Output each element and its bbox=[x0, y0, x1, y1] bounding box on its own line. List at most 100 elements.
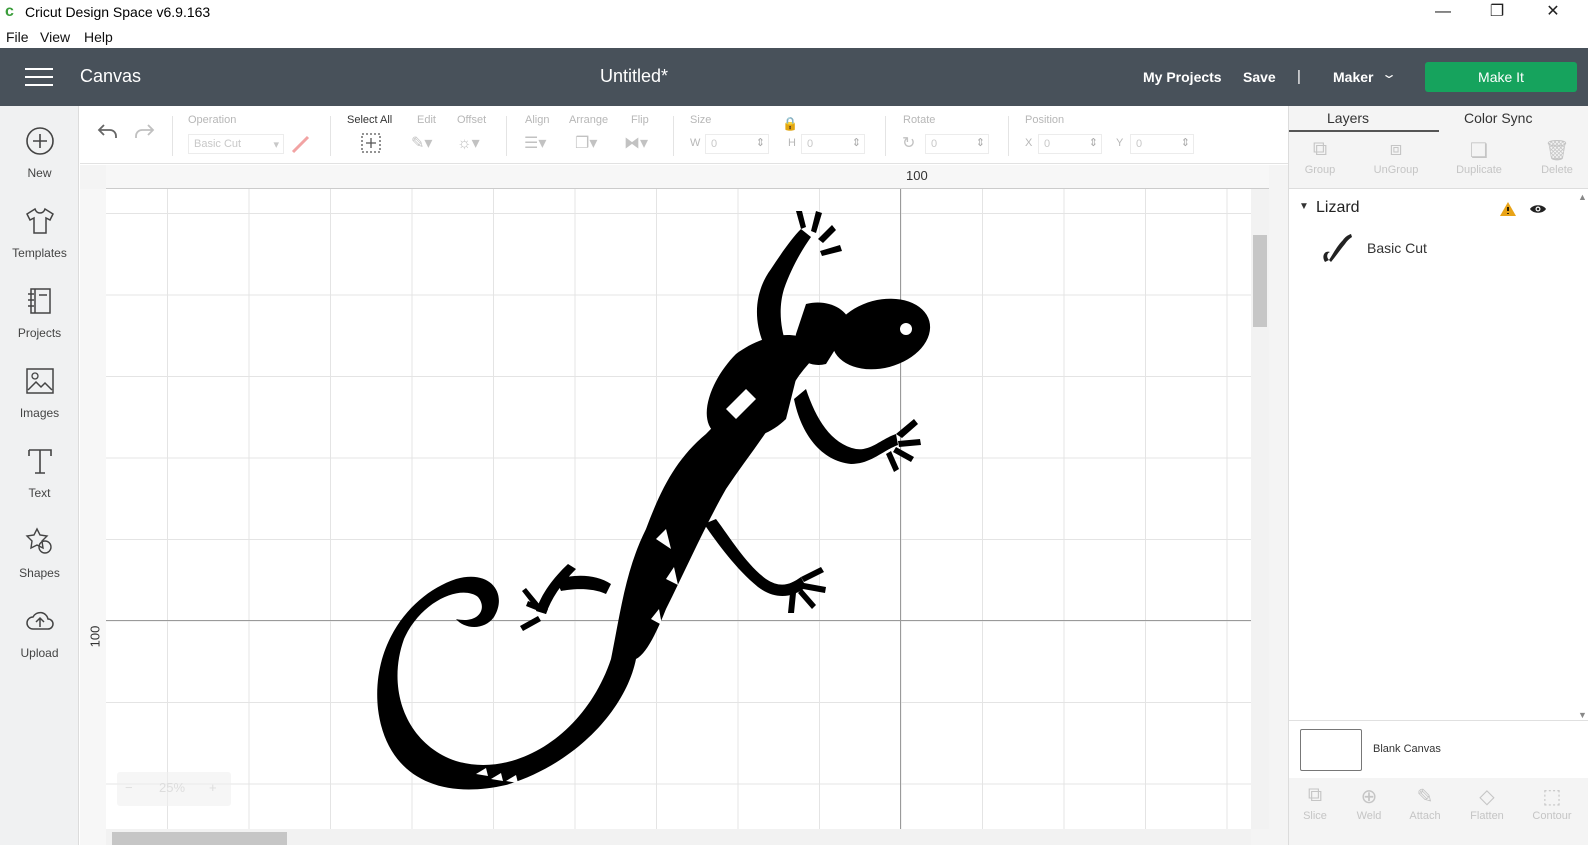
align-icon[interactable]: ☰▾ bbox=[524, 133, 546, 153]
warning-icon[interactable] bbox=[1499, 201, 1517, 217]
delete-label: Delete bbox=[1541, 164, 1573, 176]
ungroup-label: UnGroup bbox=[1373, 164, 1419, 176]
duplicate-button[interactable]: ❏ Duplicate bbox=[1444, 132, 1514, 176]
sidebar-item-new[interactable]: New bbox=[0, 106, 79, 186]
group-icon: ⧉ bbox=[1312, 138, 1328, 160]
layer-group-lizard[interactable]: ▼ Lizard bbox=[1289, 196, 1574, 224]
ruler-left: 100 bbox=[80, 189, 106, 845]
trash-icon: 🗑 bbox=[1544, 140, 1570, 162]
select-all-icon[interactable] bbox=[360, 132, 382, 154]
paperclip-icon: ✎ bbox=[1416, 786, 1434, 808]
save-link[interactable]: Save bbox=[1243, 69, 1276, 85]
position-label: Position bbox=[1025, 114, 1065, 126]
lock-icon[interactable]: 🔒 bbox=[782, 116, 798, 132]
delete-button[interactable]: 🗑 Delete bbox=[1522, 132, 1588, 176]
zoom-control: − 25% + bbox=[117, 772, 231, 806]
height-value: 0 bbox=[807, 138, 814, 150]
menu-bar: File View Help bbox=[0, 26, 1588, 48]
canvas-vertical-scrollbar[interactable] bbox=[1251, 189, 1269, 829]
attach-label: Attach bbox=[1409, 810, 1441, 822]
machine-select[interactable]: Maker bbox=[1333, 69, 1373, 85]
blank-canvas-row[interactable]: Blank Canvas bbox=[1289, 720, 1588, 780]
sidebar-item-images[interactable]: Images bbox=[0, 346, 79, 426]
edit-icon[interactable]: ✎▾ bbox=[411, 133, 432, 153]
shirt-icon bbox=[25, 207, 54, 234]
chevron-down-icon[interactable]: ⌄ bbox=[1381, 67, 1397, 81]
ruler-top: 100 bbox=[106, 165, 1269, 189]
group-button[interactable]: ⧉ Group bbox=[1285, 132, 1355, 176]
my-projects-link[interactable]: My Projects bbox=[1143, 69, 1222, 85]
x-input[interactable]: 0 ⇕ bbox=[1038, 134, 1102, 154]
offset-icon[interactable]: ☼▾ bbox=[457, 133, 480, 153]
lizard-image[interactable] bbox=[106, 189, 1251, 829]
menu-view[interactable]: View bbox=[40, 29, 70, 45]
collapse-arrow-icon[interactable]: ▼ bbox=[1299, 201, 1309, 212]
app-header: Canvas Untitled* My Projects Save | Make… bbox=[0, 48, 1588, 106]
visibility-eye-icon[interactable] bbox=[1529, 202, 1547, 216]
tab-color-sync[interactable]: Color Sync bbox=[1464, 110, 1532, 126]
hamburger-menu-icon[interactable] bbox=[25, 68, 53, 88]
menu-help[interactable]: Help bbox=[84, 29, 113, 45]
arrange-icon[interactable]: ❐▾ bbox=[575, 133, 597, 153]
scrollbar-thumb[interactable] bbox=[1253, 235, 1267, 327]
sidebar-item-projects[interactable]: Projects bbox=[0, 266, 79, 346]
width-input[interactable]: 0 ⇕ bbox=[705, 134, 769, 154]
offset-label: Offset bbox=[457, 114, 487, 126]
flatten-label: Flatten bbox=[1470, 810, 1504, 822]
flip-icon[interactable]: ⧓▾ bbox=[624, 133, 648, 153]
restore-button[interactable]: ❐ bbox=[1474, 0, 1520, 26]
window-titlebar: c Cricut Design Space v6.9.163 — ❐ ✕ bbox=[0, 0, 1588, 26]
image-icon bbox=[25, 368, 54, 394]
duplicate-icon: ❏ bbox=[1470, 140, 1488, 162]
layer-item-basic-cut[interactable]: Basic Cut bbox=[1289, 228, 1574, 272]
contour-button[interactable]: ⬚ Contour bbox=[1517, 778, 1587, 822]
sidebar-item-label: Text bbox=[28, 486, 51, 500]
canvas-grid[interactable]: − 25% + bbox=[106, 189, 1251, 829]
y-value: 0 bbox=[1136, 138, 1143, 150]
sidebar-item-text[interactable]: Text bbox=[0, 426, 79, 506]
pen-color-icon[interactable] bbox=[290, 134, 312, 154]
dropdown-arrow-icon: ▾ bbox=[273, 139, 279, 151]
sidebar-item-shapes[interactable]: Shapes bbox=[0, 506, 79, 586]
x-value: 0 bbox=[1044, 138, 1051, 150]
layer-actions: ⧉ Group ⧈ UnGroup ❏ Duplicate 🗑 Delete bbox=[1289, 132, 1588, 189]
redo-icon[interactable] bbox=[132, 122, 156, 142]
close-button[interactable]: ✕ bbox=[1530, 0, 1576, 26]
minimize-button[interactable]: — bbox=[1420, 0, 1466, 26]
operation-label: Operation bbox=[188, 114, 237, 126]
scrollbar-thumb[interactable] bbox=[112, 832, 287, 845]
sidebar-item-templates[interactable]: Templates bbox=[0, 186, 79, 266]
zoom-value: 25% bbox=[159, 780, 186, 795]
rotate-input[interactable]: 0 ⇕ bbox=[925, 134, 989, 154]
sidebar-item-label: Shapes bbox=[19, 566, 60, 580]
edit-toolbar: Operation Basic Cut ▾ Select All Edit ✎▾… bbox=[80, 106, 1288, 164]
flatten-button[interactable]: ◇ Flatten bbox=[1452, 778, 1522, 822]
height-input[interactable]: 0 ⇕ bbox=[801, 134, 865, 154]
sidebar-item-upload[interactable]: Upload bbox=[0, 586, 79, 666]
document-title: Untitled* bbox=[600, 66, 669, 86]
operation-select[interactable]: Basic Cut ▾ bbox=[188, 134, 284, 154]
rotate-label: Rotate bbox=[903, 114, 936, 126]
blank-canvas-swatch[interactable] bbox=[1300, 729, 1362, 771]
zoom-out-button[interactable]: − bbox=[125, 780, 133, 795]
bottom-actions: ⧉ Slice ⊕ Weld ✎ Attach ◇ Flatten ⬚ Contour bbox=[1289, 778, 1588, 845]
left-sidebar: New Templates Projects Images Text Shape… bbox=[0, 106, 79, 845]
tab-layers[interactable]: Layers bbox=[1327, 110, 1369, 126]
sidebar-item-label: New bbox=[27, 166, 52, 180]
canvas-horizontal-scrollbar[interactable] bbox=[106, 829, 1251, 845]
zoom-in-button[interactable]: + bbox=[209, 780, 217, 795]
cloud-upload-icon bbox=[25, 611, 54, 630]
layer-group-name: Lizard bbox=[1316, 199, 1360, 216]
ungroup-button[interactable]: ⧈ UnGroup bbox=[1361, 132, 1431, 176]
y-label: Y bbox=[1116, 137, 1124, 149]
text-icon bbox=[27, 449, 52, 474]
make-it-button[interactable]: Make It bbox=[1425, 62, 1577, 92]
menu-file[interactable]: File bbox=[6, 29, 29, 45]
window-title: Cricut Design Space v6.9.163 bbox=[25, 4, 211, 20]
sidebar-item-label: Projects bbox=[17, 326, 62, 340]
undo-icon[interactable] bbox=[96, 122, 120, 142]
layers-panel: Layers Color Sync ⧉ Group ⧈ UnGroup ❏ Dupli… bbox=[1288, 106, 1588, 845]
attach-button[interactable]: ✎ Attach bbox=[1390, 778, 1460, 822]
y-input[interactable]: 0 ⇕ bbox=[1130, 134, 1194, 154]
duplicate-label: Duplicate bbox=[1456, 164, 1502, 176]
